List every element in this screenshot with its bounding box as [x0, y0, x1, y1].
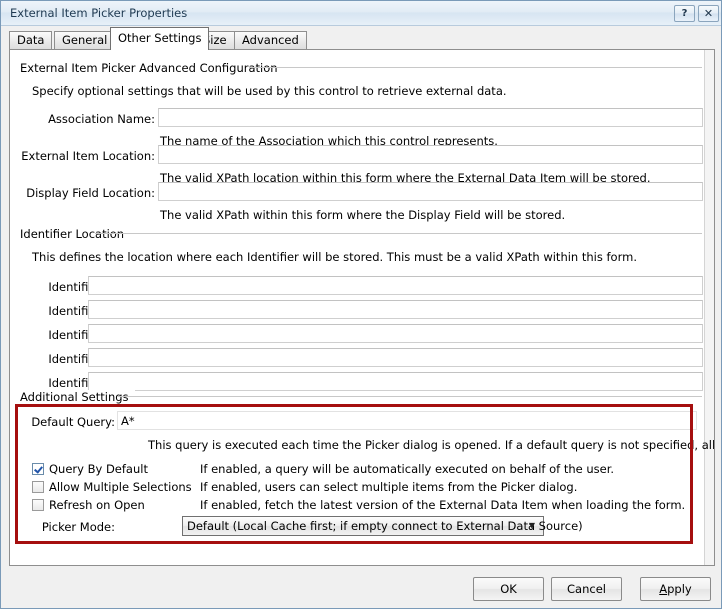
- allow-multiple-selections-description: If enabled, users can select multiple it…: [200, 480, 578, 494]
- group-label-advanced-config: External Item Picker Advanced Configurat…: [20, 61, 284, 75]
- cancel-button[interactable]: Cancel: [551, 577, 622, 601]
- external-item-location-input[interactable]: [158, 145, 703, 164]
- identifier-location-intro: This defines the location where each Ide…: [32, 250, 637, 264]
- allow-multiple-selections-checkbox[interactable]: [32, 481, 44, 493]
- settings-panel: External Item Picker Advanced Configurat…: [9, 49, 715, 566]
- picker-mode-label: Picker Mode:: [41, 520, 115, 534]
- identifier-1-input[interactable]: [88, 276, 703, 295]
- default-query-description: This query is executed each time the Pic…: [148, 438, 715, 452]
- group-rule-additional-settings: [118, 396, 702, 397]
- group-rule-identifier-location: [95, 233, 702, 234]
- refresh-on-open-checkbox[interactable]: [32, 499, 44, 511]
- tab-advanced[interactable]: Advanced: [234, 31, 307, 50]
- close-button[interactable]: ✕: [698, 5, 719, 22]
- chevron-down-icon: ▼: [528, 521, 536, 530]
- vertical-scrollbar[interactable]: [704, 50, 714, 565]
- refresh-on-open-label: Refresh on Open: [49, 498, 145, 512]
- picker-mode-dropdown[interactable]: Default (Local Cache first; if empty con…: [182, 516, 583, 536]
- identifier-3-input[interactable]: [88, 324, 703, 343]
- close-x-icon: ✕: [703, 7, 714, 20]
- apply-button[interactable]: Apply: [640, 577, 711, 601]
- query-by-default-label: Query By Default: [49, 462, 148, 476]
- tab-data[interactable]: Data: [9, 31, 53, 50]
- identifier-4-input[interactable]: [88, 348, 703, 367]
- help-button[interactable]: ?: [674, 5, 695, 22]
- display-field-location-description: The valid XPath within this form where t…: [160, 208, 566, 222]
- question-mark-icon: ?: [681, 8, 688, 19]
- association-name-input[interactable]: [158, 108, 703, 127]
- advanced-config-intro: Specify optional settings that will be u…: [32, 84, 507, 98]
- tab-other-settings[interactable]: Other Settings: [110, 27, 210, 50]
- display-field-location-label: Display Field Location:: [26, 186, 155, 200]
- display-field-location-input[interactable]: [158, 182, 703, 201]
- identifier-5-input[interactable]: [88, 372, 703, 391]
- group-label-additional-settings: Additional Settings: [20, 390, 135, 404]
- ok-button[interactable]: OK: [473, 577, 544, 601]
- default-query-label: Default Query:: [31, 415, 115, 429]
- refresh-on-open-description: If enabled, fetch the latest version of …: [200, 498, 686, 512]
- association-name-label: Association Name:: [48, 112, 155, 126]
- external-item-picker-properties-dialog: External Item Picker Properties ? ✕ Data…: [0, 0, 722, 609]
- apply-label-rest: pply: [667, 582, 692, 596]
- external-item-location-label: External Item Location:: [21, 149, 155, 163]
- query-by-default-checkbox[interactable]: [32, 463, 44, 475]
- group-rule-advanced-config: [249, 67, 702, 68]
- settings-panel-inner: External Item Picker Advanced Configurat…: [10, 50, 714, 565]
- apply-accelerator: A: [659, 582, 668, 596]
- identifier-2-input[interactable]: [88, 300, 703, 319]
- group-label-identifier-location: Identifier Location: [20, 227, 131, 241]
- query-by-default-description: If enabled, a query will be automaticall…: [200, 462, 615, 476]
- default-query-input[interactable]: [117, 411, 697, 430]
- title-bar: External Item Picker Properties ? ✕: [1, 1, 721, 26]
- tab-general[interactable]: General: [54, 31, 116, 50]
- tab-strip: Data General Other Settings Size Advance…: [9, 27, 715, 50]
- allow-multiple-selections-label: Allow Multiple Selections: [49, 480, 192, 494]
- window-title: External Item Picker Properties: [10, 6, 188, 20]
